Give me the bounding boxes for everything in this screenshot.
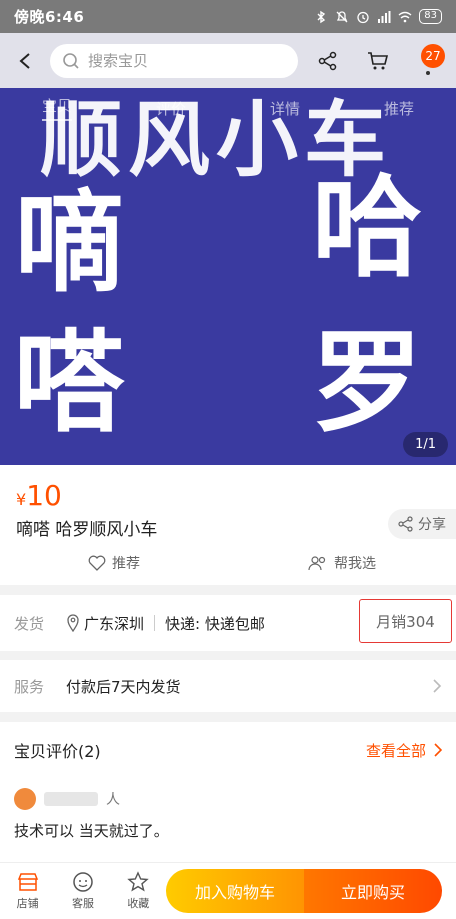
more-dot-icon	[426, 70, 430, 75]
price-section: ¥10 嘀嗒 哈罗顺风小车 分享 推荐 帮我选	[0, 465, 456, 585]
shipping-express: 快递: 快递包邮	[165, 614, 265, 633]
tab-reviews[interactable]: 评价	[156, 98, 186, 119]
share-label: 分享	[418, 517, 446, 533]
customer-service-label: 客服	[71, 897, 94, 910]
share-icon	[398, 516, 413, 532]
hero-char-1: 嘀	[14, 179, 124, 307]
battery-indicator: 83	[419, 9, 442, 24]
service-label: 服务	[14, 677, 45, 696]
help-choose-button[interactable]: 帮我选	[228, 553, 456, 573]
view-all-reviews-link[interactable]: 查看全部	[366, 740, 442, 761]
monthly-sales: 月销304	[359, 599, 452, 643]
image-counter: 1/1	[403, 432, 448, 457]
recommend-label: 推荐	[112, 556, 140, 572]
cart-count-badge: 27	[421, 43, 445, 68]
tab-recommend[interactable]: 推荐	[384, 98, 414, 119]
product-title: 嘀嗒 哈罗顺风小车	[16, 520, 158, 540]
header-actions: 27	[308, 41, 456, 81]
buy-now-button[interactable]: 立即购买	[304, 869, 442, 913]
store-icon	[17, 873, 38, 891]
reviews-title: 宝贝评价(2)	[14, 742, 101, 761]
store-label: 店铺	[16, 897, 39, 910]
reviewer-name-suffix: 人	[106, 792, 120, 808]
top-header: 搜索宝贝 27	[0, 33, 456, 88]
heart-icon	[88, 555, 106, 571]
reviewer-info: 人	[0, 778, 456, 810]
hero-char-4: 罗	[312, 319, 422, 447]
store-button[interactable]: 店铺	[0, 871, 55, 911]
status-time: 傍晚6:46	[14, 8, 85, 26]
favorite-button[interactable]: 收藏	[111, 871, 166, 911]
service-row[interactable]: 服务 付款后7天内发货	[0, 660, 456, 712]
share-icon	[318, 51, 337, 70]
share-chip[interactable]: 分享	[388, 509, 456, 539]
reviewer-name-blurred	[44, 792, 98, 806]
status-bar: 傍晚6:46 83	[0, 0, 456, 33]
service-value: 付款后7天内发货	[66, 677, 181, 696]
price: ¥10	[16, 479, 62, 512]
avatar	[14, 788, 36, 810]
product-detail-page: 顺风小车 嘀 哈 嗒 罗 1/1 傍晚6:46 83 搜索宝贝 27 宝贝 评价…	[0, 0, 456, 919]
wifi-icon	[398, 11, 412, 22]
back-button[interactable]	[0, 33, 50, 88]
tab-item[interactable]: 宝贝	[41, 95, 72, 121]
help-choose-label: 帮我选	[334, 556, 376, 572]
alarm-icon	[357, 11, 369, 23]
search-input[interactable]: 搜索宝贝	[50, 43, 298, 78]
chevron-left-icon	[19, 52, 30, 69]
chevron-right-icon	[434, 743, 442, 757]
reviews-section: 宝贝评价(2) 查看全部 人 技术可以 当天就过了。	[0, 722, 456, 862]
reviews-header: 宝贝评价(2) 查看全部	[0, 722, 456, 778]
recommend-button[interactable]: 推荐	[0, 553, 228, 573]
mute-bell-icon	[336, 10, 348, 22]
cart-icon	[368, 51, 389, 69]
share-button[interactable]	[308, 41, 348, 81]
status-icons: 83	[314, 9, 442, 24]
people-icon	[308, 556, 326, 571]
divider	[154, 615, 156, 631]
review-text: 技术可以 当天就过了。	[14, 822, 169, 840]
chevron-right-icon	[433, 679, 442, 693]
currency-symbol: ¥	[16, 490, 27, 509]
add-to-cart-button[interactable]: 加入购物车	[166, 869, 304, 913]
more-button[interactable]: 27	[408, 41, 448, 81]
view-all-label: 查看全部	[365, 741, 426, 760]
location-pin-icon	[67, 614, 79, 632]
cart-button[interactable]	[358, 41, 398, 81]
hero-char-3: 嗒	[14, 319, 124, 447]
purchase-buttons: 加入购物车 立即购买	[166, 869, 442, 913]
shipping-row[interactable]: 发货 广东深圳 快递: 快递包邮 月销304	[0, 595, 456, 651]
signal-icon	[378, 10, 391, 23]
shipping-label: 发货	[14, 614, 45, 633]
shipping-location: 广东深圳	[84, 614, 145, 633]
bluetooth-icon	[317, 10, 326, 23]
star-icon	[127, 871, 150, 892]
price-value: 10	[26, 479, 62, 512]
hero-char-2: 哈	[312, 164, 422, 292]
favorite-label: 收藏	[127, 897, 150, 910]
product-actions: 推荐 帮我选	[0, 553, 456, 573]
section-tabs: 宝贝 评价 详情 推荐	[0, 88, 456, 128]
bottom-action-bar: 店铺 客服 收藏 加入购物车 立即购买	[0, 862, 456, 919]
search-placeholder: 搜索宝贝	[88, 52, 149, 70]
customer-service-button[interactable]: 客服	[55, 871, 110, 911]
tab-details[interactable]: 详情	[270, 98, 300, 119]
search-icon	[63, 52, 79, 69]
chat-face-icon	[73, 872, 93, 892]
